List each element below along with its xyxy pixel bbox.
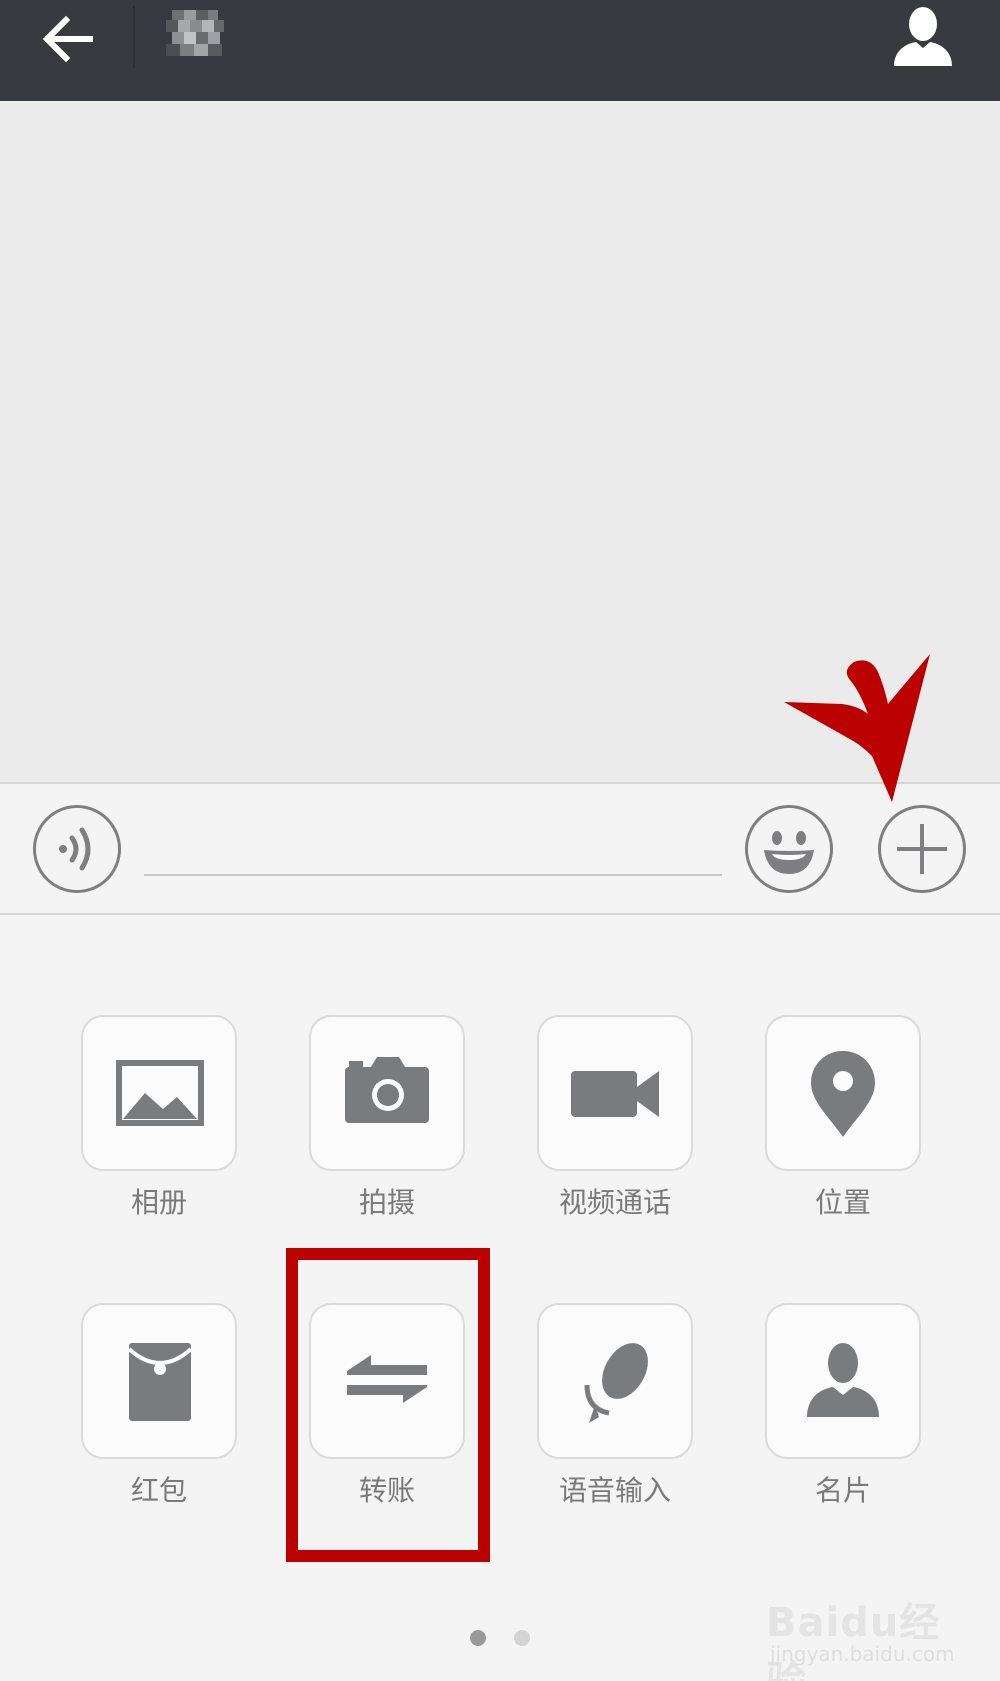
panel-item-label: 视频通话 [558, 1186, 671, 1219]
panel-item-label: 语音输入 [558, 1474, 671, 1507]
video-camera-icon [571, 1071, 659, 1117]
panel-item-label: 名片 [814, 1474, 871, 1507]
microphone-icon [584, 1343, 648, 1423]
panel-item-location[interactable]: 位置 [765, 1015, 921, 1223]
panel-item-camera[interactable]: 拍摄 [309, 1015, 465, 1223]
person-icon [894, 7, 952, 66]
panel-item-video-call[interactable]: 视频通话 [537, 1015, 693, 1223]
voice-input-tile[interactable] [537, 1303, 693, 1459]
camera-tile[interactable] [309, 1015, 465, 1171]
album-tile[interactable] [81, 1015, 237, 1171]
emoji-button[interactable] [745, 805, 833, 893]
arrow-left-icon [42, 15, 93, 63]
page-dot[interactable] [514, 1630, 530, 1646]
red-packet-icon [127, 1343, 193, 1421]
transfer-tile[interactable] [309, 1303, 465, 1459]
contact-avatar-blurred[interactable] [166, 8, 226, 60]
camera-icon [345, 1057, 429, 1123]
plus-icon [897, 824, 947, 874]
topbar-divider [133, 6, 135, 68]
message-input[interactable] [144, 814, 722, 876]
panel-item-red-packet[interactable]: 红包 [81, 1303, 237, 1511]
panel-item-contact-card[interactable]: 名片 [765, 1303, 921, 1511]
input-bar [0, 782, 1000, 915]
transfer-icon [347, 1355, 427, 1403]
back-button[interactable] [30, 4, 110, 74]
panel-item-label: 位置 [814, 1186, 871, 1219]
contact-card-tile[interactable] [765, 1303, 921, 1459]
page-indicator [0, 1630, 1000, 1650]
contact-card-icon [807, 1343, 879, 1417]
panel-item-label: 红包 [130, 1474, 187, 1507]
red-packet-tile[interactable] [81, 1303, 237, 1459]
panel-item-label: 拍摄 [358, 1186, 415, 1219]
video-call-tile[interactable] [537, 1015, 693, 1171]
chat-screen: 相册 拍摄 视频通话 位置 红包 转账 语音输入 名片 Baidu经验 jing… [0, 0, 1000, 1681]
voice-icon [59, 827, 91, 871]
panel-item-transfer[interactable]: 转账 [309, 1303, 465, 1511]
panel-item-album[interactable]: 相册 [81, 1015, 237, 1223]
top-bar [0, 0, 1000, 101]
panel-item-voice-input[interactable]: 语音输入 [537, 1303, 693, 1511]
panel-item-label: 转账 [358, 1474, 415, 1507]
location-tile[interactable] [765, 1015, 921, 1171]
location-pin-icon [811, 1051, 875, 1137]
image-icon [116, 1060, 204, 1126]
chat-message-area[interactable] [0, 101, 1000, 782]
voice-button[interactable] [33, 805, 121, 893]
profile-button[interactable] [888, 4, 958, 70]
smiley-icon [764, 831, 814, 874]
page-dot-active[interactable] [470, 1630, 486, 1646]
more-functions-button[interactable] [878, 805, 966, 893]
panel-item-label: 相册 [130, 1186, 187, 1219]
